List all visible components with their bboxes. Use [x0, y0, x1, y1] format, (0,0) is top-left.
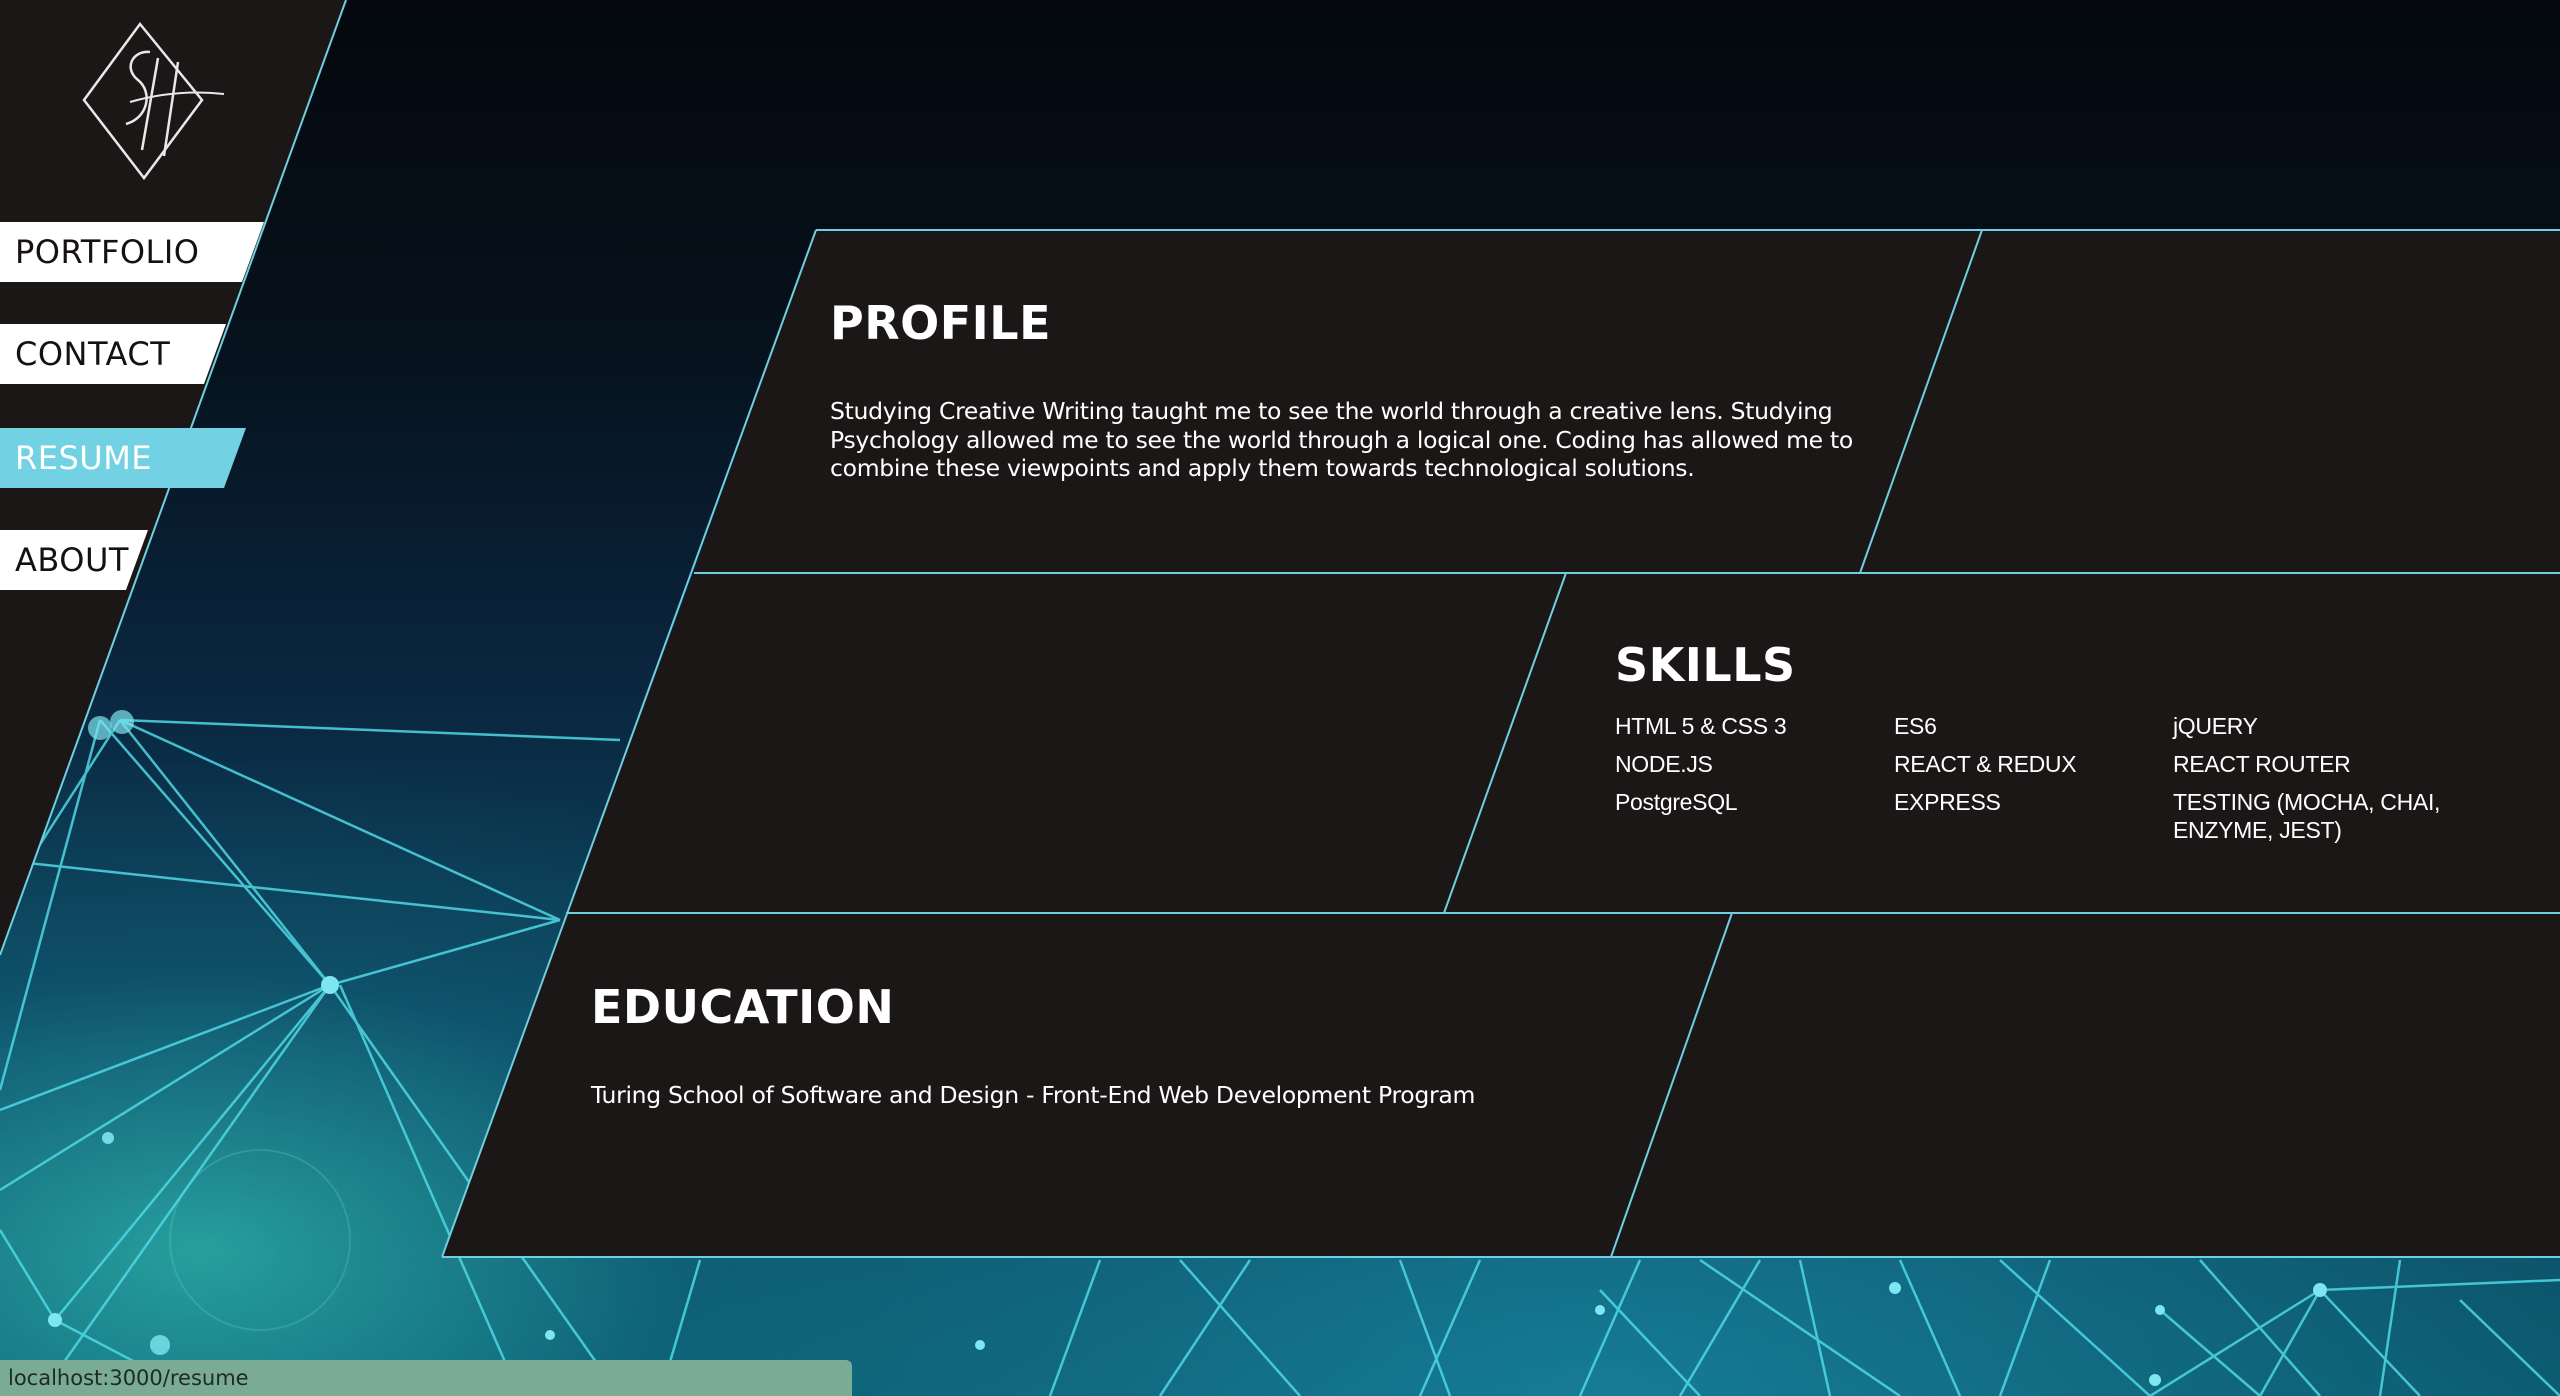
nav-item-about[interactable]: ABOUT — [0, 530, 148, 590]
profile-text: Studying Creative Writing taught me to s… — [830, 397, 1890, 483]
profile-text-line: Studying Creative Writing taught me to s… — [830, 397, 1833, 425]
sh-monogram-logo[interactable] — [78, 20, 228, 185]
nav-item-contact[interactable]: CONTACT — [0, 324, 226, 384]
profile-text-line: Psychology allowed me to see the world t… — [830, 425, 1853, 454]
skill-item: PostgreSQL — [1615, 789, 1738, 815]
skills-panel-right — [1444, 573, 2560, 913]
skill-item: EXPRESS — [1894, 789, 2001, 815]
page-background: PORTFOLIO CONTACT RESUME ABOUT PROFILE S… — [0, 0, 2560, 1396]
skill-item: REACT & REDUX — [1894, 751, 2077, 777]
browser-status-bar: localhost:3000/resume — [0, 1360, 852, 1396]
profile-heading: PROFILE — [830, 296, 1052, 350]
status-url: localhost:3000/resume — [8, 1366, 249, 1390]
skill-item: ES6 — [1894, 713, 1937, 739]
nav-item-portfolio[interactable]: PORTFOLIO — [0, 222, 264, 282]
education-panel-right — [1611, 913, 2560, 1257]
layout-shapes — [0, 0, 2560, 1258]
nav-item-label: CONTACT — [15, 335, 171, 373]
skill-item: jQUERY — [2173, 713, 2258, 739]
nav-item-resume[interactable]: RESUME — [0, 428, 246, 488]
skill-item: HTML 5 & CSS 3 — [1615, 713, 1787, 739]
nav-item-label: PORTFOLIO — [15, 233, 200, 271]
skill-item: NODE.JS — [1615, 751, 1713, 777]
skill-item: REACT ROUTER — [2173, 751, 2351, 777]
skill-item: TESTING (MOCHA, CHAI, — [2173, 789, 2441, 815]
education-heading: EDUCATION — [591, 980, 895, 1034]
profile-panel-right — [1860, 230, 2560, 573]
skill-item: ENZYME, JEST) — [2173, 817, 2342, 843]
skills-panel-left — [566, 573, 1566, 913]
skills-heading: SKILLS — [1615, 638, 1796, 692]
nav-item-label: ABOUT — [15, 541, 129, 579]
education-item: Turing School of Software and Design - F… — [591, 1081, 1476, 1109]
nav-item-label: RESUME — [15, 439, 153, 477]
profile-text-line: combine these viewpoints and apply them … — [830, 454, 1695, 482]
